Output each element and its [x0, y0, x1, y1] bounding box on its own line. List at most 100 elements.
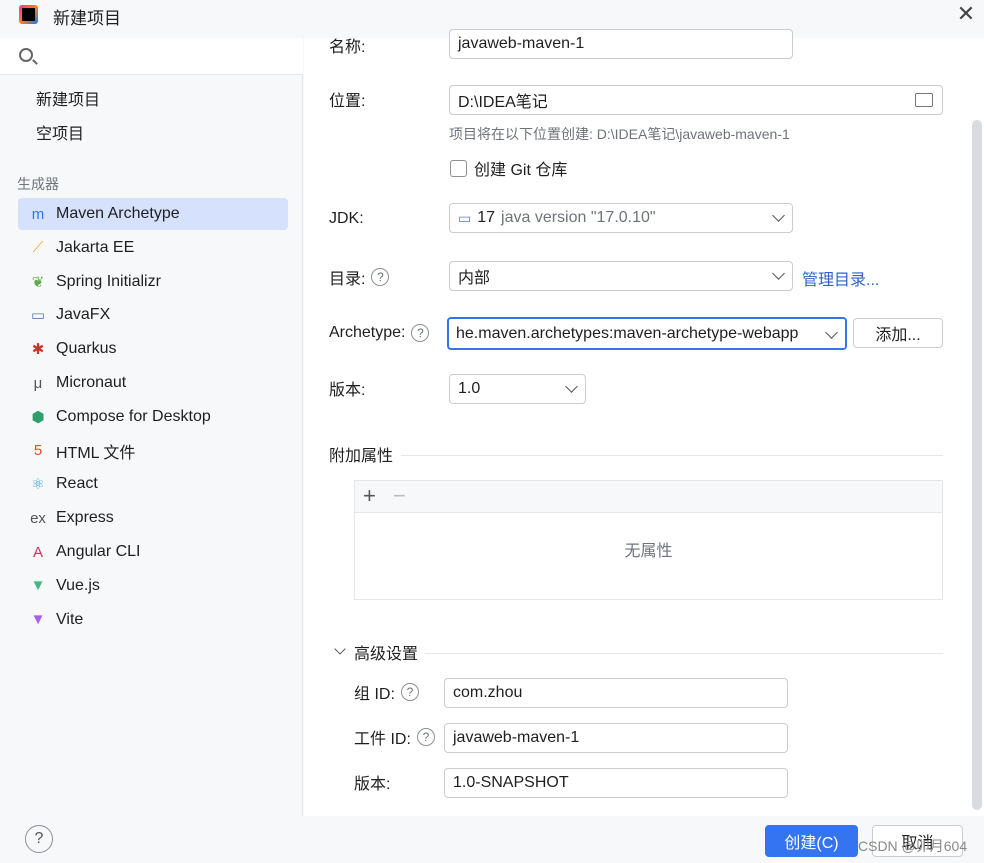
express-icon: ex [30, 509, 46, 527]
catalog-label-text: 目录: [329, 271, 366, 288]
props-section-label: 附加属性 [329, 448, 394, 465]
sidebar-item-empty-project[interactable]: 空项目 [18, 116, 288, 148]
archetype-label-text: Archetype: [329, 324, 406, 341]
advanced-version-input[interactable]: 1.0-SNAPSHOT [444, 768, 788, 798]
sidebar-item-label: HTML 文件 [56, 444, 136, 462]
sidebar-item-label: 新建项目 [36, 92, 101, 109]
sidebar-item-label: 空项目 [36, 126, 85, 143]
spring-icon: ❦ [31, 273, 45, 291]
archetype-label: Archetype: ? [329, 322, 430, 344]
remove-property-icon: − [393, 483, 406, 508]
location-label: 位置: [329, 93, 366, 110]
name-input[interactable]: javaweb-maven-1 [449, 29, 793, 59]
add-archetype-button[interactable]: 添加... [853, 318, 943, 348]
micronaut-icon: μ [33, 374, 43, 392]
sidebar-item-spring[interactable]: ❦ Spring Initializr [18, 266, 288, 298]
jdk-select[interactable]: ▭ 17 java version "17.0.10" [449, 203, 793, 233]
sidebar-item-new-project[interactable]: 新建项目 [18, 82, 288, 114]
vite-icon: ▼ [30, 611, 46, 629]
sidebar-item-label: Maven Archetype [56, 205, 180, 222]
jdk-folder-icon: ▭ [458, 209, 472, 226]
advanced-version-label: 版本: [354, 776, 391, 793]
artifact-id-input[interactable]: javaweb-maven-1 [444, 723, 788, 753]
jakarta-ee-icon: ⟋ [32, 239, 44, 257]
sidebar-item-label: Compose for Desktop [56, 407, 211, 425]
git-label: 创建 Git 仓库 [474, 162, 568, 179]
artifact-id-label-text: 工件 ID: [354, 731, 411, 748]
sidebar-item-label: Micronaut [56, 374, 127, 391]
react-icon: ⚛ [31, 476, 45, 494]
help-icon[interactable]: ? [400, 683, 419, 701]
create-button[interactable]: 创建(C) [765, 825, 858, 857]
advanced-settings-toggle[interactable]: 高级设置 [354, 641, 418, 663]
version-label: 版本: [329, 382, 366, 399]
sidebar-item-micronaut[interactable]: μ Micronaut [18, 367, 288, 399]
sidebar-item-label: Angular CLI [56, 543, 141, 560]
vue-icon: ▼ [30, 577, 46, 595]
group-id-input[interactable]: com.zhou [444, 678, 788, 708]
help-icon[interactable]: ? [416, 728, 435, 746]
scrollbar[interactable] [972, 120, 982, 810]
jdk-version: 17 [477, 209, 496, 226]
folder-icon[interactable] [915, 93, 933, 107]
sidebar-item-express[interactable]: ex Express [18, 502, 288, 534]
location-value: D:\IDEA笔记 [458, 94, 548, 111]
sidebar-item-compose[interactable]: ⬢ Compose for Desktop [18, 401, 288, 433]
help-icon[interactable]: ? [371, 268, 390, 286]
maven-icon: m [31, 205, 45, 223]
version-select[interactable]: 1.0 [449, 374, 586, 404]
sidebar-item-label: Jakarta EE [56, 238, 135, 256]
archetype-select[interactable]: he.maven.archetypes:maven-archetype-weba… [447, 317, 847, 350]
location-hint: 项目将在以下位置创建: D:\IDEA笔记\javaweb-maven-1 [449, 126, 790, 142]
intellij-logo-icon [19, 5, 38, 24]
chevron-down-icon [565, 380, 578, 393]
generators-section-label: 生成器 [17, 176, 59, 192]
chevron-down-icon [772, 209, 785, 222]
section-divider [425, 653, 943, 654]
location-input[interactable]: D:\IDEA笔记 [449, 85, 943, 115]
sidebar-item-label: JavaFX [56, 306, 111, 324]
watermark: CSDN @卯月604 [858, 838, 968, 854]
help-icon[interactable]: ? [25, 825, 53, 853]
quarkus-icon: ✱ [31, 341, 45, 359]
catalog-label: 目录: ? [329, 266, 390, 288]
window-title: 新建项目 [53, 9, 121, 28]
properties-table: + − 无属性 [354, 480, 943, 600]
sidebar-item-maven[interactable]: m Maven Archetype [18, 198, 288, 230]
sidebar-item-label: Vue.js [56, 576, 100, 594]
sidebar-item-vite[interactable]: ▼ Vite [18, 604, 288, 636]
sidebar-item-vue[interactable]: ▼ Vue.js [18, 570, 288, 602]
git-checkbox[interactable] [450, 160, 467, 177]
name-label: 名称: [329, 39, 366, 56]
group-id-label-text: 组 ID: [354, 686, 395, 703]
close-icon[interactable]: ✕ [953, 2, 979, 28]
catalog-select[interactable]: 内部 [449, 261, 793, 291]
sidebar-item-html5[interactable]: 5 HTML 文件 [18, 435, 288, 467]
search-input[interactable] [42, 43, 292, 69]
add-property-icon[interactable]: + [363, 485, 376, 507]
angular-icon: A [32, 543, 43, 561]
sidebar-item-angular[interactable]: A Angular CLI [18, 536, 288, 568]
jdk-description: java version "17.0.10" [501, 209, 656, 226]
sidebar-item-label: React [56, 475, 98, 493]
sidebar-item-react[interactable]: ⚛ React [18, 468, 288, 500]
compose-icon: ⬢ [31, 408, 45, 426]
sidebar-item-javafx[interactable]: ▭ JavaFX [18, 299, 288, 331]
properties-toolbar: + − [355, 481, 942, 513]
manage-catalogs-link[interactable]: 管理目录... [802, 266, 879, 290]
section-divider [401, 455, 943, 456]
help-icon[interactable]: ? [411, 324, 430, 342]
no-properties-text: 无属性 [624, 543, 673, 560]
sidebar-item-label: Spring Initializr [56, 272, 161, 290]
catalog-value: 内部 [458, 270, 491, 287]
artifact-id-label: 工件 ID: ? [354, 726, 435, 748]
jdk-label: JDK: [329, 210, 364, 227]
group-id-label: 组 ID: ? [354, 681, 419, 703]
sidebar-item-quarkus[interactable]: ✱ Quarkus [18, 333, 288, 365]
chevron-down-icon [825, 326, 838, 339]
sidebar-item-label: Vite [56, 610, 84, 628]
version-value: 1.0 [458, 380, 481, 397]
sidebar-item-jakarta-ee[interactable]: ⟋ Jakarta EE [18, 232, 288, 264]
javafx-icon: ▭ [30, 307, 46, 325]
sidebar-item-label: Quarkus [56, 340, 117, 358]
